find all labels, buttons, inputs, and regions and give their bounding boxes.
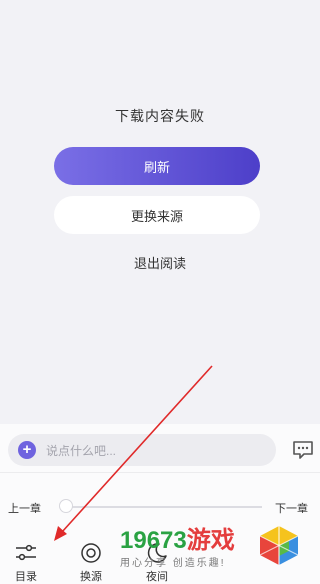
comment-list-icon[interactable] <box>292 440 314 460</box>
watermark-word: 游戏 <box>186 527 235 554</box>
chapter-progress-slider[interactable] <box>66 506 262 508</box>
exit-reading-link[interactable]: 退出阅读 <box>0 253 320 272</box>
comment-input[interactable]: + 说点什么吧... <box>8 434 276 466</box>
tab-label: 换源 <box>80 571 102 583</box>
watermark-title: 19673游戏 <box>120 520 235 555</box>
refresh-button[interactable]: 刷新 <box>54 147 260 185</box>
comment-bar: + 说点什么吧... <box>8 434 314 466</box>
watermark-cube-logo <box>259 526 299 565</box>
tab-label: 目录 <box>15 571 37 583</box>
watermark-digits: 19673 <box>120 527 187 554</box>
plus-icon[interactable]: + <box>18 441 36 459</box>
change-source-icon <box>81 543 101 563</box>
toc-icon <box>16 544 36 561</box>
error-state: 下载内容失败 刷新 更换来源 退出阅读 <box>0 0 320 420</box>
divider <box>0 472 320 473</box>
change-source-button[interactable]: 更换来源 <box>54 196 260 234</box>
site-watermark: 19673游戏 用心分享 创造乐趣! <box>118 520 316 576</box>
next-chapter-button[interactable]: 下一章 <box>275 500 308 516</box>
slider-thumb[interactable] <box>59 499 73 513</box>
tab-change-source[interactable]: 换源 <box>66 540 116 584</box>
error-message: 下载内容失败 <box>115 108 205 124</box>
tab-toc[interactable]: 目录 <box>1 540 51 584</box>
chapter-navigation: 上一章 下一章 <box>0 496 320 518</box>
watermark-subtitle: 用心分享 创造乐趣! <box>120 558 226 569</box>
prev-chapter-button[interactable]: 上一章 <box>8 500 41 516</box>
comment-placeholder: 说点什么吧... <box>46 443 117 458</box>
